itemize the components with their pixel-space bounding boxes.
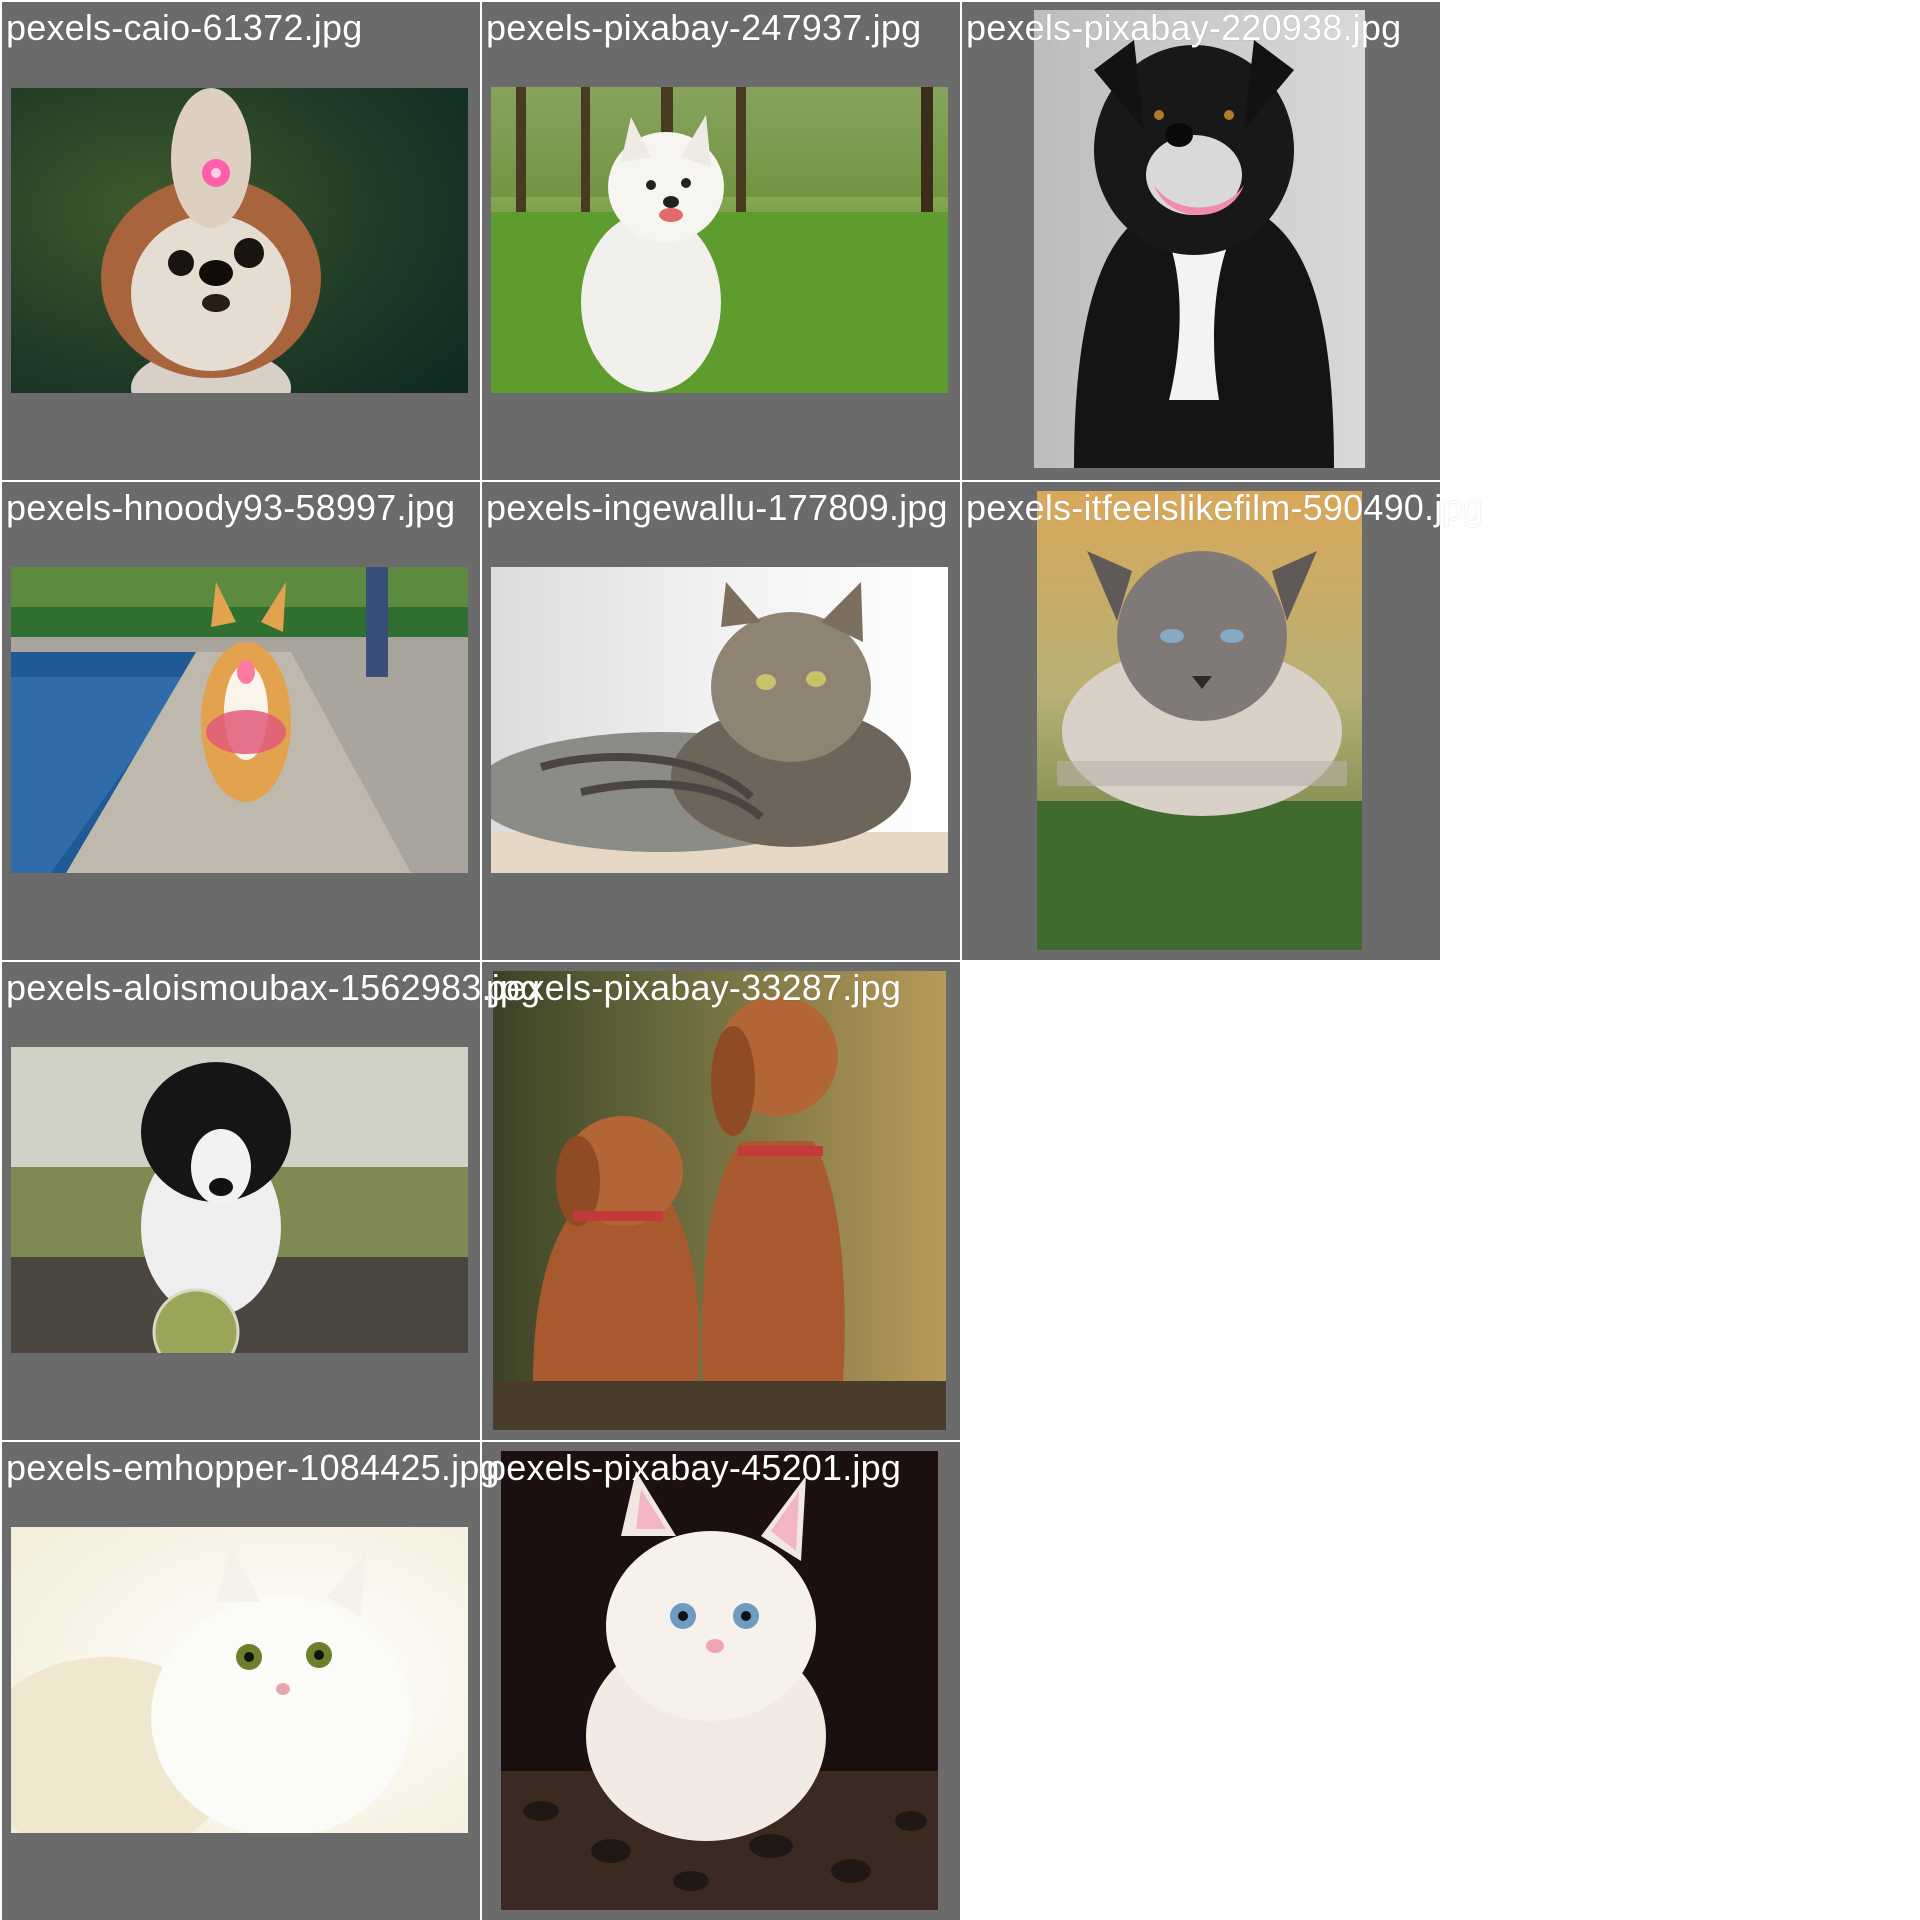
image-gallery-grid: pexels-caio-61372.jpg pexels-pixabay-247… <box>0 0 1920 1920</box>
corgi-photo <box>11 567 468 873</box>
image-filename-label: pexels-itfeelslikefilm-590490.jpg <box>966 487 1483 528</box>
image-filename-label: pexels-aloismoubax-1562983.jpg <box>6 967 541 1008</box>
image-filename-label: pexels-pixabay-45201.jpg <box>486 1447 902 1488</box>
siamese-cat-photo <box>1037 491 1362 950</box>
white-puppy-photo <box>491 87 948 393</box>
gallery-tile[interactable]: pexels-pixabay-45201.jpg <box>482 1442 960 1920</box>
image-filename-label: pexels-caio-61372.jpg <box>6 7 363 48</box>
gallery-tile[interactable]: pexels-caio-61372.jpg <box>2 2 480 480</box>
two-vizsla-dogs-photo <box>493 971 946 1430</box>
image-filename-label: pexels-pixabay-247937.jpg <box>486 7 922 48</box>
gallery-tile[interactable]: pexels-hnoody93-58997.jpg <box>2 482 480 960</box>
white-kitten-photo <box>501 1451 938 1910</box>
image-filename-label: pexels-hnoody93-58997.jpg <box>6 487 456 528</box>
image-filename-label: pexels-pixabay-220938.jpg <box>966 7 1402 48</box>
image-filename-label: pexels-emhopper-1084425.jpg <box>6 1447 500 1488</box>
image-filename-label: pexels-pixabay-33287.jpg <box>486 967 902 1008</box>
gallery-tile[interactable]: pexels-aloismoubax-1562983.jpg <box>2 962 540 1440</box>
black-dog-photo <box>1034 10 1365 468</box>
gallery-tile[interactable]: pexels-ingewallu-177809.jpg <box>482 482 960 960</box>
border-collie-photo <box>11 1047 468 1353</box>
gallery-tile[interactable]: pexels-pixabay-33287.jpg <box>482 962 960 1440</box>
gallery-tile[interactable]: pexels-itfeelslikefilm-590490.jpg <box>962 482 1483 960</box>
shih-tzu-dog-photo <box>11 88 468 393</box>
gallery-tile[interactable]: pexels-pixabay-220938.jpg <box>962 2 1440 480</box>
gallery-tile[interactable]: pexels-pixabay-247937.jpg <box>482 2 960 480</box>
gallery-tile[interactable]: pexels-emhopper-1084425.jpg <box>2 1442 500 1920</box>
tabby-cat-photo <box>491 567 948 873</box>
image-filename-label: pexels-ingewallu-177809.jpg <box>486 487 948 528</box>
white-cat-photo <box>11 1527 468 1833</box>
